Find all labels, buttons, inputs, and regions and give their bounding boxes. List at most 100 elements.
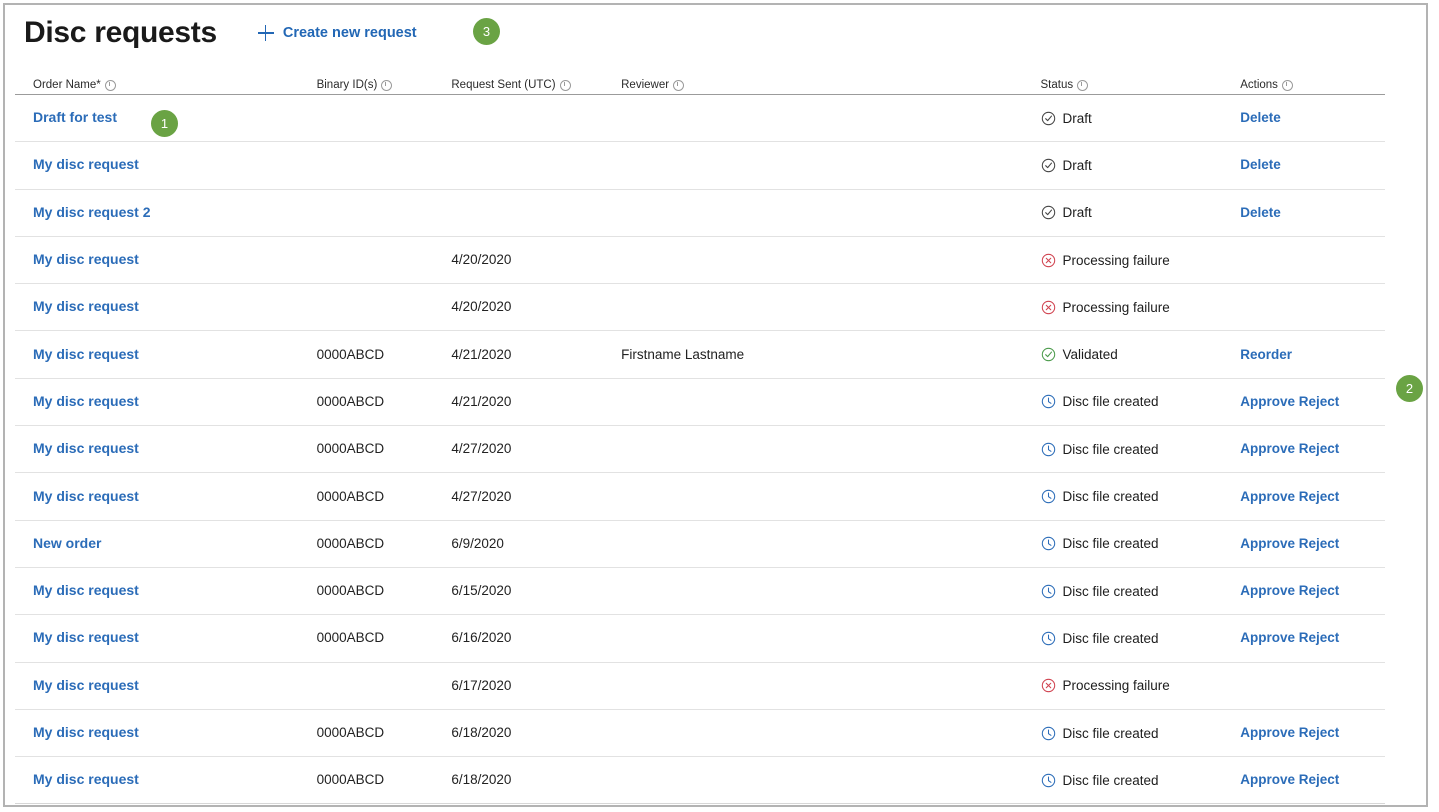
table-row[interactable]: My disc request0000ABCD6/18/2020Disc fil… [15,757,1385,804]
column-header-label: Order Name* [33,79,101,91]
table-row[interactable]: My disc request0000ABCD4/27/2020Disc fil… [15,473,1385,520]
column-header-label: Request Sent (UTC) [451,79,555,91]
column-header-reviewer[interactable]: Reviewer [621,79,1040,91]
status-badge: Disc file created [1041,536,1241,551]
order-name-link[interactable]: My disc request 2 [33,204,151,220]
clock-icon [1041,394,1056,409]
order-name-link[interactable]: My disc request [33,393,139,409]
table-row[interactable]: My disc request0000ABCD4/27/2020Disc fil… [15,426,1385,473]
error-circle-icon [1041,300,1056,315]
row-action-link[interactable]: Approve Reject [1240,725,1339,740]
cell-actions: Approve Reject [1240,535,1385,553]
row-action-link[interactable]: Approve Reject [1240,441,1339,456]
table-row[interactable]: My disc request 2DraftDelete [15,190,1385,237]
cell-status: Processing failure [1041,253,1241,268]
cell-status: Disc file created [1041,773,1241,788]
cell-request-sent: 6/17/2020 [451,677,621,695]
cell-actions: Approve Reject [1240,440,1385,458]
cell-request-sent: 6/9/2020 [451,535,621,553]
order-name-link[interactable]: My disc request [33,724,139,740]
order-name-link[interactable]: New order [33,535,101,551]
info-icon[interactable] [105,80,116,91]
row-action-link[interactable]: Approve Reject [1240,489,1339,504]
column-header-order-name[interactable]: Order Name* [15,79,317,91]
table-row[interactable]: My disc request0000ABCD4/21/2020Firstnam… [15,331,1385,378]
error-circle-icon [1041,678,1056,693]
cell-order-name: My disc request [15,393,317,411]
order-name-link[interactable]: My disc request [33,440,139,456]
order-name-link[interactable]: Draft for test [33,109,117,125]
status-label: Processing failure [1063,300,1170,315]
info-icon[interactable] [381,80,392,91]
order-name-link[interactable]: My disc request [33,488,139,504]
info-icon[interactable] [673,80,684,91]
info-icon[interactable] [560,80,571,91]
table-row[interactable]: My disc request0000ABCD6/16/2020Disc fil… [15,615,1385,662]
table-row[interactable]: My disc request6/17/2020Processing failu… [15,663,1385,710]
status-label: Disc file created [1063,726,1159,741]
plus-icon [258,25,274,41]
cell-status: Draft [1041,158,1241,173]
cell-binary-id: 0000ABCD [317,346,452,364]
info-icon[interactable] [1282,80,1293,91]
table-row[interactable]: My disc request 0000ABCD 6/15/2020 Disc fil… [15,568,1385,615]
row-action-link[interactable]: Delete [1240,205,1281,220]
table-row[interactable]: My disc request Draft Delete [15,142,1385,189]
cell-actions: Approve Reject [1240,629,1385,647]
cell-request-sent-text: 6/15/2020 [451,583,511,598]
cell-order-name: My disc request [15,677,317,695]
row-action-link[interactable]: Delete [1240,157,1281,172]
table-row[interactable]: My disc request4/20/2020Processing failu… [15,284,1385,331]
order-name-link[interactable]: My disc request [33,156,139,172]
cell-order-name: My disc request [15,582,317,600]
table-row[interactable]: My disc request0000ABCD4/21/2020Disc fil… [15,379,1385,426]
cell-request-sent-text: 6/18/2020 [451,725,511,740]
row-action-link[interactable]: Approve Reject [1240,536,1339,551]
cell-status: Disc file created [1041,394,1241,409]
page-title: Disc requests [24,18,217,48]
cell-binary-id-text: 0000ABCD [317,441,385,456]
status-badge: Disc file created [1041,394,1241,409]
row-action-link[interactable]: Approve Reject [1240,772,1339,787]
row-action-link[interactable]: Approve Reject [1240,630,1339,645]
cell-actions: Delete [1240,204,1385,222]
cell-status: Validated [1041,347,1241,362]
order-name-link[interactable]: My disc request [33,346,139,362]
order-name-link[interactable]: My disc request [33,298,139,314]
row-action-link[interactable]: Delete [1240,110,1281,125]
status-label: Draft [1063,111,1092,126]
column-header-status[interactable]: Status [1041,79,1241,91]
order-name-link[interactable]: My disc request [33,582,139,598]
column-header-actions[interactable]: Actions [1240,79,1385,91]
cell-order-name: New order [15,535,317,553]
clock-icon [1041,726,1056,741]
cell-actions: Approve Reject [1240,488,1385,506]
table-row[interactable]: My disc request0000ABCD6/18/2020Disc fil… [15,710,1385,757]
status-badge: Disc file created [1041,631,1241,646]
row-action-link[interactable]: Reorder [1240,347,1292,362]
cell-reviewer-text: Firstname Lastname [621,347,744,362]
cell-request-sent: 4/20/2020 [451,251,621,269]
cell-order-name: My disc request [15,724,317,742]
status-label: Disc file created [1063,584,1159,599]
table-row[interactable]: New order0000ABCD6/9/2020Disc file creat… [15,521,1385,568]
table-row[interactable]: My disc request 4/20/2020 Processing failu… [15,237,1385,284]
cell-binary-id: 0000ABCD [317,488,452,506]
error-circle-icon [1041,253,1056,268]
cell-binary-id-text: 0000ABCD [317,583,385,598]
order-name-link[interactable]: My disc request [33,677,139,693]
column-header-label: Binary ID(s) [317,79,378,91]
order-name-link[interactable]: My disc request [33,771,139,787]
info-icon[interactable] [1077,80,1088,91]
order-name-link[interactable]: My disc request [33,251,139,267]
status-label: Draft [1063,158,1092,173]
cell-binary-id-text: 0000ABCD [317,630,385,645]
column-header-binary-ids[interactable]: Binary ID(s) [317,79,452,91]
row-action-link[interactable]: Approve Reject [1240,583,1339,598]
table-row[interactable]: Draft for test Draft Delete [15,95,1385,142]
cell-request-sent-text: 6/18/2020 [451,772,511,787]
row-action-link[interactable]: Approve Reject [1240,394,1339,409]
column-header-request-sent[interactable]: Request Sent (UTC) [451,79,621,91]
create-new-request-button[interactable]: Create new request [258,25,417,41]
order-name-link[interactable]: My disc request [33,629,139,645]
